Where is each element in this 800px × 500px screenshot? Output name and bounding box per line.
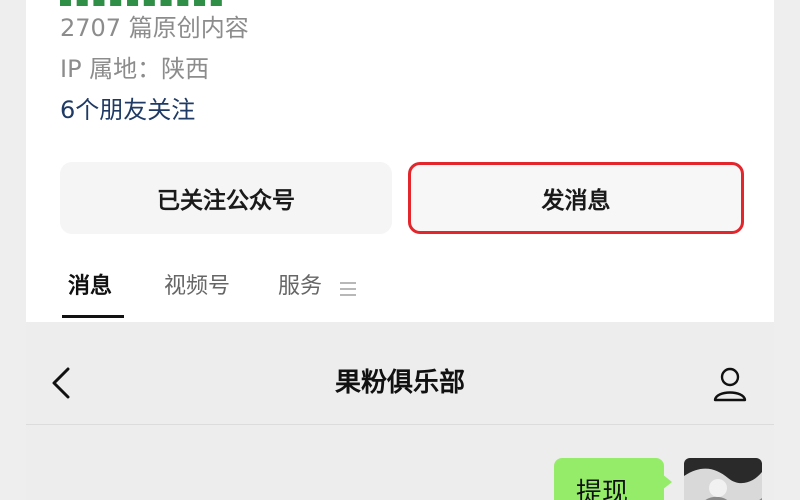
bubble-tail — [662, 474, 672, 490]
chat-header: 果粉俱乐部 — [26, 322, 774, 425]
tab-services[interactable]: 服务 — [278, 272, 322, 302]
right-margin — [774, 0, 800, 500]
tab-messages-label: 消息 — [68, 274, 113, 299]
followed-account-button[interactable]: 已关注公众号 — [60, 162, 392, 234]
screenshot: ▇▆▇▅▇▆▇▇▅▆ 2707 篇原创内容 IP 属地：陕西 6个朋友关注 已关… — [0, 0, 800, 500]
menu-icon[interactable] — [340, 282, 356, 296]
tab-channels-label: 视频号 — [164, 274, 231, 299]
chat-title: 果粉俱乐部 — [334, 368, 465, 398]
send-message-label: 发消息 — [541, 188, 611, 214]
tab-messages[interactable]: 消息 — [68, 272, 112, 302]
cropped-text-line: ▇▆▇▅▇▆▇▇▅▆ — [60, 0, 290, 6]
outgoing-message-text: 提现 — [576, 478, 629, 500]
original-articles-count: 2707 篇原创内容 — [60, 14, 249, 42]
friends-following-link[interactable]: 6个朋友关注 — [60, 94, 195, 126]
send-message-button[interactable]: 发消息 — [408, 162, 744, 234]
left-margin — [0, 0, 26, 500]
tab-channels[interactable]: 视频号 — [164, 272, 230, 302]
ip-location: IP 属地：陕西 — [60, 55, 210, 83]
active-tab-indicator — [62, 315, 124, 318]
outgoing-message-bubble[interactable]: 提现 — [554, 458, 664, 500]
chat-screen: 果粉俱乐部 提现 — [26, 322, 774, 500]
avatar-image — [684, 458, 762, 500]
tab-services-label: 服务 — [278, 274, 323, 299]
profile-icon[interactable] — [710, 364, 750, 404]
avatar[interactable] — [684, 458, 762, 500]
official-account-profile: ▇▆▇▅▇▆▇▇▅▆ 2707 篇原创内容 IP 属地：陕西 6个朋友关注 已关… — [26, 0, 774, 322]
followed-account-label: 已关注公众号 — [157, 188, 295, 214]
